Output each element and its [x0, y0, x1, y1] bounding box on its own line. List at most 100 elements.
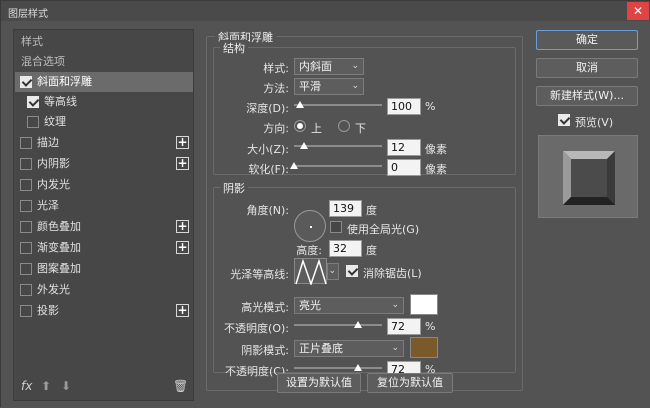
stroke-checkbox[interactable]: [20, 137, 32, 149]
shadow-mode-value: 正片叠底: [299, 342, 343, 355]
direction-down-radio[interactable]: [338, 120, 350, 132]
list-item-blend-options[interactable]: 混合选项: [15, 52, 193, 72]
list-item-pattern-overlay[interactable]: 图案叠加: [15, 259, 193, 279]
list-item-label: 投影: [37, 304, 59, 317]
layer-style-dialog: 图层样式 ✕ 样式 混合选项 斜面和浮雕 等高线 纹理 描边 + 内阴影 + 内…: [0, 0, 650, 408]
bevel-emboss-panel: 斜面和浮雕 结构 样式: 内斜面 ⌄ 方法: 平滑 ⌄ 深度(D): 100 % 方: [206, 29, 523, 391]
soften-label: 软化(F):: [248, 163, 289, 176]
ok-button[interactable]: 确定: [536, 30, 638, 50]
highlight-mode-label: 高光模式:: [241, 301, 289, 314]
list-item-color-overlay[interactable]: 颜色叠加 +: [15, 217, 193, 237]
soften-slider[interactable]: [290, 162, 382, 169]
inner-glow-checkbox[interactable]: [20, 179, 32, 191]
size-unit: 像素: [425, 143, 447, 156]
angle-label: 角度(N):: [246, 204, 289, 217]
angle-dial[interactable]: [294, 210, 326, 242]
add-stroke-plus-icon[interactable]: +: [176, 136, 189, 149]
structure-group: 结构 样式: 内斜面 ⌄ 方法: 平滑 ⌄ 深度(D): 100 % 方向: 上: [213, 40, 516, 176]
list-item-inner-shadow[interactable]: 内阴影 +: [15, 154, 193, 174]
global-light-checkbox[interactable]: [330, 221, 342, 233]
technique-select[interactable]: 平滑 ⌄: [294, 78, 364, 95]
shadow-mode-select[interactable]: 正片叠底 ⌄: [294, 340, 404, 357]
cancel-button[interactable]: 取消: [536, 58, 638, 78]
depth-unit: %: [425, 100, 436, 113]
highlight-color-swatch[interactable]: [410, 294, 438, 315]
altitude-input[interactable]: 32: [329, 240, 362, 257]
dialog-body: 样式 混合选项 斜面和浮雕 等高线 纹理 描边 + 内阴影 + 内发光 光泽 颜…: [1, 21, 650, 408]
angle-input[interactable]: 139: [329, 200, 362, 217]
shadow-opacity-slider[interactable]: [294, 364, 382, 371]
list-item-contour[interactable]: 等高线: [15, 92, 193, 112]
new-style-button[interactable]: 新建样式(W)...: [536, 86, 638, 106]
size-slider[interactable]: [294, 142, 382, 149]
make-default-button[interactable]: 设置为默认值: [277, 373, 361, 393]
shadow-opacity-thumb[interactable]: [354, 364, 362, 371]
list-item-label: 内发光: [37, 178, 70, 191]
depth-slider-thumb[interactable]: [296, 101, 304, 108]
technique-value: 平滑: [299, 80, 321, 93]
chevron-down-icon: ⌄: [328, 266, 336, 276]
texture-checkbox[interactable]: [27, 116, 39, 128]
antialias-checkbox[interactable]: [346, 265, 358, 277]
style-select[interactable]: 内斜面 ⌄: [294, 58, 364, 75]
shading-group: 阴影 角度(N): 139 度 使用全局光(G) 高度: 32 度 光泽等高线:…: [213, 180, 516, 378]
contour-dropdown-arrow[interactable]: ⌄: [327, 263, 339, 280]
add-color-overlay-plus-icon[interactable]: +: [176, 220, 189, 233]
list-item-bevel-emboss[interactable]: 斜面和浮雕: [15, 72, 193, 92]
list-item-outer-glow[interactable]: 外发光: [15, 280, 193, 300]
soften-input[interactable]: 0: [387, 159, 421, 176]
contour-checkbox[interactable]: [27, 96, 39, 108]
highlight-opacity-unit: %: [425, 320, 436, 333]
inner-shadow-checkbox[interactable]: [20, 158, 32, 170]
window-title: 图层样式: [8, 9, 48, 20]
list-item-stroke[interactable]: 描边 +: [15, 133, 193, 153]
drop-shadow-checkbox[interactable]: [20, 305, 32, 317]
preview-checkbox[interactable]: [558, 114, 570, 126]
contour-curve-icon: [295, 258, 327, 287]
list-toolbar: fx ⬆ ⬇ 🗑: [15, 374, 193, 400]
chevron-down-icon: ⌄: [391, 300, 399, 310]
list-item-label: 内阴影: [37, 157, 70, 170]
satin-checkbox[interactable]: [20, 200, 32, 212]
highlight-mode-select[interactable]: 亮光 ⌄: [294, 297, 404, 314]
soften-unit: 像素: [425, 163, 447, 176]
trash-icon[interactable]: 🗑: [173, 379, 188, 393]
gradient-overlay-checkbox[interactable]: [20, 242, 32, 254]
outer-glow-checkbox[interactable]: [20, 284, 32, 296]
technique-label: 方法:: [263, 82, 289, 95]
shadow-color-swatch[interactable]: [410, 337, 438, 358]
direction-down-label: 下: [355, 122, 366, 135]
highlight-opacity-thumb[interactable]: [354, 321, 362, 328]
angle-unit: 度: [366, 204, 377, 217]
reset-default-button[interactable]: 复位为默认值: [367, 373, 453, 393]
add-drop-shadow-plus-icon[interactable]: +: [176, 304, 189, 317]
pattern-overlay-checkbox[interactable]: [20, 263, 32, 275]
list-item-texture[interactable]: 纹理: [15, 112, 193, 132]
list-item-satin[interactable]: 光泽: [15, 196, 193, 216]
move-up-icon[interactable]: ⬆: [41, 379, 51, 393]
list-item-gradient-overlay[interactable]: 渐变叠加 +: [15, 238, 193, 258]
move-down-icon[interactable]: ⬇: [61, 379, 71, 393]
gloss-contour-label: 光泽等高线:: [230, 268, 289, 281]
chevron-down-icon: ⌄: [391, 343, 399, 353]
color-overlay-checkbox[interactable]: [20, 221, 32, 233]
depth-input[interactable]: 100: [387, 98, 421, 115]
size-input[interactable]: 12: [387, 139, 421, 156]
fx-icon[interactable]: fx: [21, 379, 32, 393]
shadow-mode-label: 阴影模式:: [241, 344, 289, 357]
soften-slider-thumb[interactable]: [290, 162, 298, 169]
list-item-inner-glow[interactable]: 内发光: [15, 175, 193, 195]
size-slider-thumb[interactable]: [300, 142, 308, 149]
bevel-checkbox[interactable]: [20, 76, 32, 88]
close-icon[interactable]: ✕: [627, 2, 649, 20]
highlight-opacity-input[interactable]: 72: [387, 318, 421, 335]
style-value: 内斜面: [299, 60, 332, 73]
direction-up-radio[interactable]: [294, 120, 306, 132]
depth-slider[interactable]: [294, 101, 382, 108]
add-gradient-overlay-plus-icon[interactable]: +: [176, 241, 189, 254]
list-item-drop-shadow[interactable]: 投影 +: [15, 301, 193, 321]
gloss-contour-picker[interactable]: [294, 258, 327, 287]
highlight-opacity-slider[interactable]: [294, 321, 382, 328]
chevron-down-icon: ⌄: [351, 61, 359, 71]
add-inner-shadow-plus-icon[interactable]: +: [176, 157, 189, 170]
